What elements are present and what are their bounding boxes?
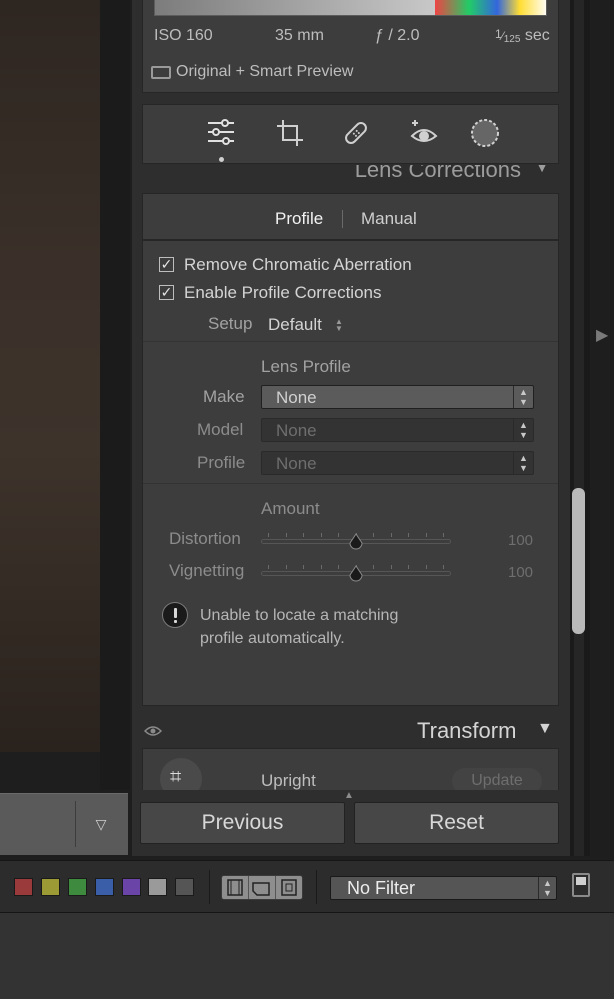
tab-separator — [342, 210, 343, 228]
tab-manual[interactable]: Manual — [361, 209, 417, 229]
setup-stepper-icon[interactable]: ▲ ▼ — [335, 318, 343, 333]
photo-margin — [100, 0, 130, 790]
color-label-dark[interactable] — [175, 878, 194, 896]
profile-value: None — [276, 454, 317, 473]
toolbar-divider — [75, 801, 76, 847]
filter-dropdown[interactable]: No Filter ▲ ▼ — [330, 876, 557, 900]
previous-button[interactable]: Previous — [140, 802, 345, 844]
color-label-red[interactable] — [14, 878, 33, 896]
shutter-readout: 1⁄125 sec — [495, 27, 550, 45]
photo-preview — [0, 0, 100, 752]
lens-corrections-title[interactable]: Lens Corrections — [355, 165, 521, 183]
up-down-arrows-icon: ▲ ▼ — [513, 386, 533, 408]
shutter-denominator: 125 — [503, 34, 521, 45]
aperture-readout: ƒ / 2.0 — [375, 27, 420, 44]
filmstrip — [0, 912, 614, 999]
lens-corrections-header[interactable]: Lens Corrections ▼ — [142, 165, 559, 187]
vignetting-slider-handle[interactable] — [348, 565, 364, 583]
remove-ca-label[interactable]: Remove Chromatic Aberration — [184, 255, 412, 275]
scrollbar-thumb[interactable] — [572, 488, 585, 634]
warning-message: Unable to locate a matching profile auto… — [200, 604, 450, 650]
smart-preview-status[interactable]: Original + Smart Preview — [176, 63, 353, 81]
section-divider — [143, 483, 558, 484]
red-eye-icon[interactable] — [408, 118, 440, 146]
shutter-unit: sec — [524, 27, 550, 44]
make-label: Make — [203, 387, 245, 406]
focal-length-readout: 35 mm — [275, 27, 324, 44]
collapse-triangle-icon[interactable]: ▼ — [535, 165, 549, 175]
vignetting-label: Vignetting — [169, 561, 245, 580]
filter-divider — [209, 870, 210, 904]
color-label-gray[interactable] — [148, 878, 167, 896]
color-label-green[interactable] — [68, 878, 87, 896]
color-label-purple[interactable] — [122, 878, 141, 896]
lens-tabs — [142, 193, 559, 241]
model-label: Model — [197, 420, 244, 439]
chevron-down-icon[interactable]: ▽ — [92, 817, 110, 831]
model-value: None — [276, 421, 317, 440]
histogram — [154, 0, 547, 16]
transform-title[interactable]: Transform — [417, 718, 516, 744]
setup-label: Setup — [208, 314, 253, 333]
filter-lock-icon[interactable] — [572, 873, 590, 897]
filter-value: No Filter — [347, 878, 416, 898]
warning-line-1: Unable to locate a matching — [200, 607, 399, 624]
edit-sliders-icon[interactable] — [206, 118, 238, 146]
tab-profile[interactable]: Profile — [275, 209, 323, 229]
vignetting-value[interactable]: 100 — [508, 564, 533, 581]
warning-line-2: profile automatically. — [200, 630, 345, 647]
section-divider — [143, 341, 558, 342]
enable-profile-label[interactable]: Enable Profile Corrections — [184, 283, 381, 303]
up-down-arrows-icon: ▲ ▼ — [538, 877, 556, 899]
scrollbar-track[interactable] — [574, 0, 584, 856]
profile-label: Profile — [197, 453, 246, 472]
masking-icon[interactable] — [469, 118, 501, 147]
lens-profile-heading: Lens Profile — [261, 357, 351, 376]
make-dropdown[interactable]: None ▲ ▼ — [261, 385, 534, 409]
smart-preview-icon[interactable] — [151, 66, 171, 79]
crop-icon[interactable] — [275, 118, 307, 146]
remove-ca-checkbox[interactable]: ✓ — [159, 257, 174, 272]
filmstrip-icon[interactable] — [222, 876, 249, 899]
model-dropdown[interactable]: None ▲ ▼ — [261, 418, 534, 442]
color-label-yellow[interactable] — [41, 878, 60, 896]
warning-icon — [162, 602, 188, 628]
upright-label: Upright — [261, 771, 316, 790]
shutter-numerator: 1 — [495, 27, 502, 41]
setup-value[interactable]: Default — [268, 315, 322, 335]
upright-grid-icon[interactable]: ⌗ — [170, 766, 181, 789]
enable-profile-checkbox[interactable]: ✓ — [159, 285, 174, 300]
distortion-value[interactable]: 100 — [508, 532, 533, 549]
profile-dropdown[interactable]: None ▲ ▼ — [261, 451, 534, 475]
active-tool-indicator — [219, 157, 224, 162]
panel-toggle-arrow-icon[interactable]: ▶ — [596, 325, 608, 344]
amount-heading: Amount — [261, 499, 320, 518]
master-photo-icon[interactable] — [276, 876, 302, 899]
panel-resize-triangle-icon[interactable]: ▲ — [344, 790, 354, 801]
up-down-arrows-icon: ▲ ▼ — [513, 452, 533, 474]
iso-readout: ISO 160 — [154, 27, 213, 44]
view-mode-buttons — [221, 875, 303, 900]
distortion-label: Distortion — [169, 529, 241, 548]
eye-icon[interactable] — [143, 724, 163, 736]
filter-divider — [316, 870, 317, 904]
virtual-copy-icon[interactable] — [249, 876, 276, 899]
healing-bandage-icon[interactable] — [341, 118, 373, 146]
up-down-arrows-icon: ▲ ▼ — [513, 419, 533, 441]
reset-button[interactable]: Reset — [354, 802, 559, 844]
make-value: None — [276, 388, 317, 407]
distortion-slider-handle[interactable] — [348, 533, 364, 551]
collapse-triangle-icon[interactable]: ▼ — [537, 720, 553, 738]
color-label-blue[interactable] — [95, 878, 114, 896]
